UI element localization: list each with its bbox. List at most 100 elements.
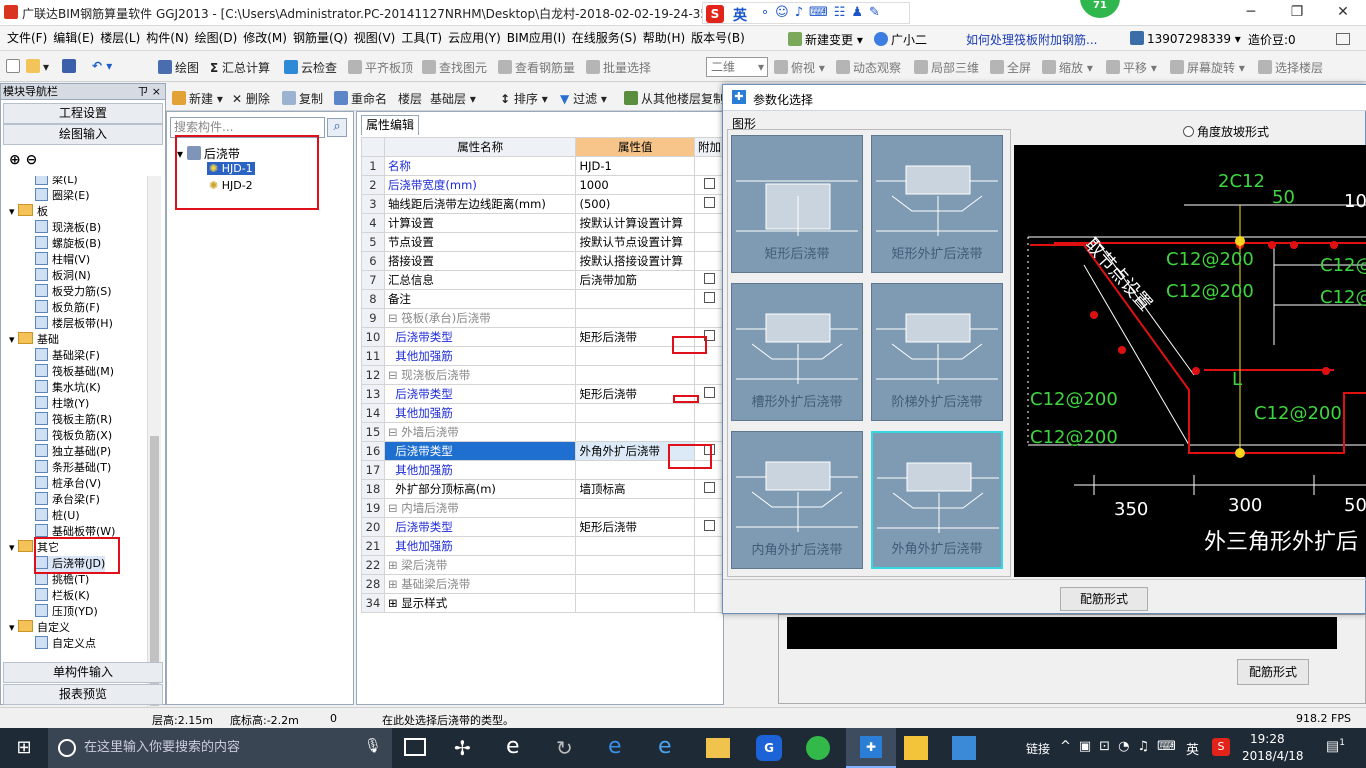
delete-button[interactable]: ✕ 删除 — [232, 90, 270, 107]
property-row[interactable]: 28 ⊞ 基础梁后浇带 — [361, 574, 726, 594]
sort-button[interactable]: ↕ 排序 ▾ — [500, 90, 548, 107]
maximize-button[interactable]: ❐ — [1274, 0, 1320, 26]
taskbar-link[interactable]: 链接 — [1026, 740, 1050, 757]
checkbox[interactable] — [703, 387, 715, 398]
assistant-menu[interactable]: 广小二 — [874, 31, 927, 48]
property-row-value[interactable]: 后浇带加筋 — [575, 270, 695, 290]
menu-item-9[interactable]: 云应用(Y) — [445, 26, 504, 50]
nav-tree-item-28[interactable]: ▾ 自定义 — [9, 620, 70, 636]
tray-icons[interactable]: ^▣⊡◔♫⌨ — [1060, 739, 1184, 754]
nav-tree-item-6[interactable]: 板洞(N) — [35, 268, 91, 284]
coin-icon[interactable] — [1336, 33, 1350, 45]
expand-collapse-icons[interactable]: ⊕ ⊖ — [9, 152, 37, 168]
online-badge[interactable]: 71 — [1080, 0, 1120, 18]
expand-icon[interactable]: ▾ — [9, 541, 18, 554]
config-form-button-back[interactable]: 配筋形式 — [1237, 659, 1309, 685]
property-row[interactable]: 11 其他加强筋 — [361, 346, 726, 366]
property-row[interactable]: 6 搭接设置 按默认搭接设置计算 — [361, 251, 726, 271]
nav-tree-item-12[interactable]: 筏板基础(M) — [35, 364, 114, 380]
mic-icon[interactable]: 🎙 — [364, 738, 382, 754]
property-row[interactable]: 13 后浇带类型 矩形后浇带 — [361, 384, 726, 404]
menu-item-8[interactable]: 工具(T) — [398, 26, 445, 50]
property-row-value[interactable]: 按默认搭接设置计算 — [575, 251, 695, 271]
property-row[interactable]: 12 ⊟ 现浇板后浇带 — [361, 365, 726, 385]
new-change-menu[interactable]: 新建变更 ▾ — [788, 31, 863, 48]
property-row-value[interactable] — [575, 365, 695, 385]
nav-tree-item-10[interactable]: ▾ 基础 — [9, 332, 59, 348]
nav-tree-item-29[interactable]: 自定义点 — [35, 636, 96, 652]
checkbox[interactable] — [703, 520, 715, 531]
new-component-button[interactable]: 新建 ▾ — [172, 90, 223, 107]
property-row[interactable]: 5 节点设置 按默认节点设置计算 — [361, 232, 726, 252]
cortana-icon[interactable] — [58, 739, 76, 757]
draw-input-button[interactable]: 绘图输入 — [3, 124, 163, 145]
taskbar-search-input[interactable]: 在这里输入你要搜索的内容 — [48, 728, 392, 768]
question-link[interactable]: 如何处理筏板附加钢筋... — [966, 31, 1097, 48]
property-row[interactable]: 9 ⊟ 筏板(承台)后浇带 — [361, 308, 726, 328]
property-row[interactable]: 14 其他加强筋 — [361, 403, 726, 423]
open-file-icon[interactable]: ▾ — [26, 59, 49, 74]
menu-item-2[interactable]: 楼层(L) — [97, 26, 143, 50]
property-row[interactable]: 8 备注 — [361, 289, 726, 309]
property-row[interactable]: 7 汇总信息 后浇带加筋 — [361, 270, 726, 290]
nav-tree-item-16[interactable]: 筏板负筋(X) — [35, 428, 112, 444]
property-row-value[interactable] — [575, 498, 695, 518]
expand-icon[interactable]: ▾ — [9, 333, 18, 346]
property-row[interactable]: 22 ⊞ 梁后浇带 — [361, 555, 726, 575]
spiral-icon[interactable]: ↻ — [556, 736, 573, 760]
copy-from-floor-button[interactable]: 从其他楼层复制 — [624, 90, 725, 107]
menu-item-11[interactable]: 在线服务(S) — [569, 26, 640, 50]
menu-item-12[interactable]: 帮助(H) — [640, 26, 688, 50]
property-row[interactable]: 15 ⊟ 外墙后浇带 — [361, 422, 726, 442]
nav-tree-item-4[interactable]: 螺旋板(B) — [35, 236, 101, 252]
task-view-icon[interactable] — [404, 738, 426, 756]
property-row-value[interactable] — [575, 422, 695, 442]
local-3d-button[interactable]: 局部三维 — [914, 59, 979, 76]
eng-settings-button[interactable]: 工程设置 — [3, 103, 163, 124]
property-row[interactable]: 21 其他加强筋 — [361, 536, 726, 556]
property-row-value[interactable]: 按默认节点设置计算 — [575, 232, 695, 252]
property-row[interactable]: 3 轴线距后浇带左边线距离(mm) (500) — [361, 194, 726, 214]
green-app-icon[interactable] — [806, 736, 830, 760]
single-input-button[interactable]: 单构件输入 — [3, 662, 163, 683]
copy-button[interactable]: 复制 — [282, 90, 323, 107]
checkbox[interactable] — [703, 197, 715, 208]
property-row[interactable]: 19 ⊟ 内墙后浇带 — [361, 498, 726, 518]
property-row[interactable]: 1 名称 HJD-1 — [361, 156, 726, 176]
angle-slope-radio[interactable]: 角度放坡形式 — [1183, 123, 1269, 140]
top-view-button[interactable]: 俯视 ▾ — [774, 59, 825, 76]
nav-tree-item-11[interactable]: 基础梁(F) — [35, 348, 100, 364]
checkbox[interactable] — [703, 178, 715, 189]
menu-item-0[interactable]: 文件(F) — [4, 26, 50, 50]
zoom-button[interactable]: 缩放 ▾ — [1042, 59, 1093, 76]
menu-item-1[interactable]: 编辑(E) — [50, 26, 97, 50]
report-preview-button[interactable]: 报表预览 — [3, 684, 163, 705]
edge-icon[interactable]: e — [608, 734, 622, 759]
property-row-value[interactable] — [575, 555, 695, 575]
notification-icon[interactable]: ▤1 — [1326, 738, 1345, 755]
property-row[interactable]: 34 ⊞ 显示样式 — [361, 593, 726, 613]
nav-tree-item-13[interactable]: 集水坑(K) — [35, 380, 101, 396]
sum-calc-button[interactable]: Σ 汇总计算 — [210, 59, 270, 76]
checkbox[interactable] — [703, 482, 715, 493]
new-file-icon[interactable] — [6, 59, 23, 74]
pan-button[interactable]: 平移 ▾ — [1106, 59, 1157, 76]
property-row[interactable]: 20 后浇带类型 矩形后浇带 — [361, 517, 726, 537]
dynamic-observe-button[interactable]: 动态观察 — [836, 59, 901, 76]
shape-option-1[interactable]: 矩形外扩后浇带 — [871, 135, 1003, 273]
shape-option-4[interactable]: 内角外扩后浇带 — [731, 431, 863, 569]
ime-toolbar[interactable]: S 英 ∘☺♪⌨☷♟✎ — [702, 2, 910, 24]
select-layer-button[interactable]: 选择楼层 — [1258, 59, 1323, 76]
menu-item-6[interactable]: 钢筋量(Q) — [290, 26, 351, 50]
user-account[interactable]: 13907298339 ▾ — [1130, 31, 1241, 46]
expand-icon[interactable]: ▾ — [9, 621, 18, 634]
cost-coins[interactable]: 造价豆:0 — [1248, 31, 1296, 48]
search-icon[interactable]: ⌕ — [327, 118, 347, 137]
property-row[interactable]: 2 后浇带宽度(mm) 1000 — [361, 175, 726, 195]
nav-tree-item-7[interactable]: 板受力筋(S) — [35, 284, 112, 300]
property-row-value[interactable]: 矩形后浇带 — [575, 517, 695, 537]
menu-item-10[interactable]: BIM应用(I) — [504, 26, 569, 50]
nav-pin-close-icon[interactable]: ㄗ × — [137, 84, 161, 100]
filter-button[interactable]: ▼ 过滤 ▾ — [560, 90, 607, 107]
close-button[interactable]: ✕ — [1320, 0, 1366, 26]
